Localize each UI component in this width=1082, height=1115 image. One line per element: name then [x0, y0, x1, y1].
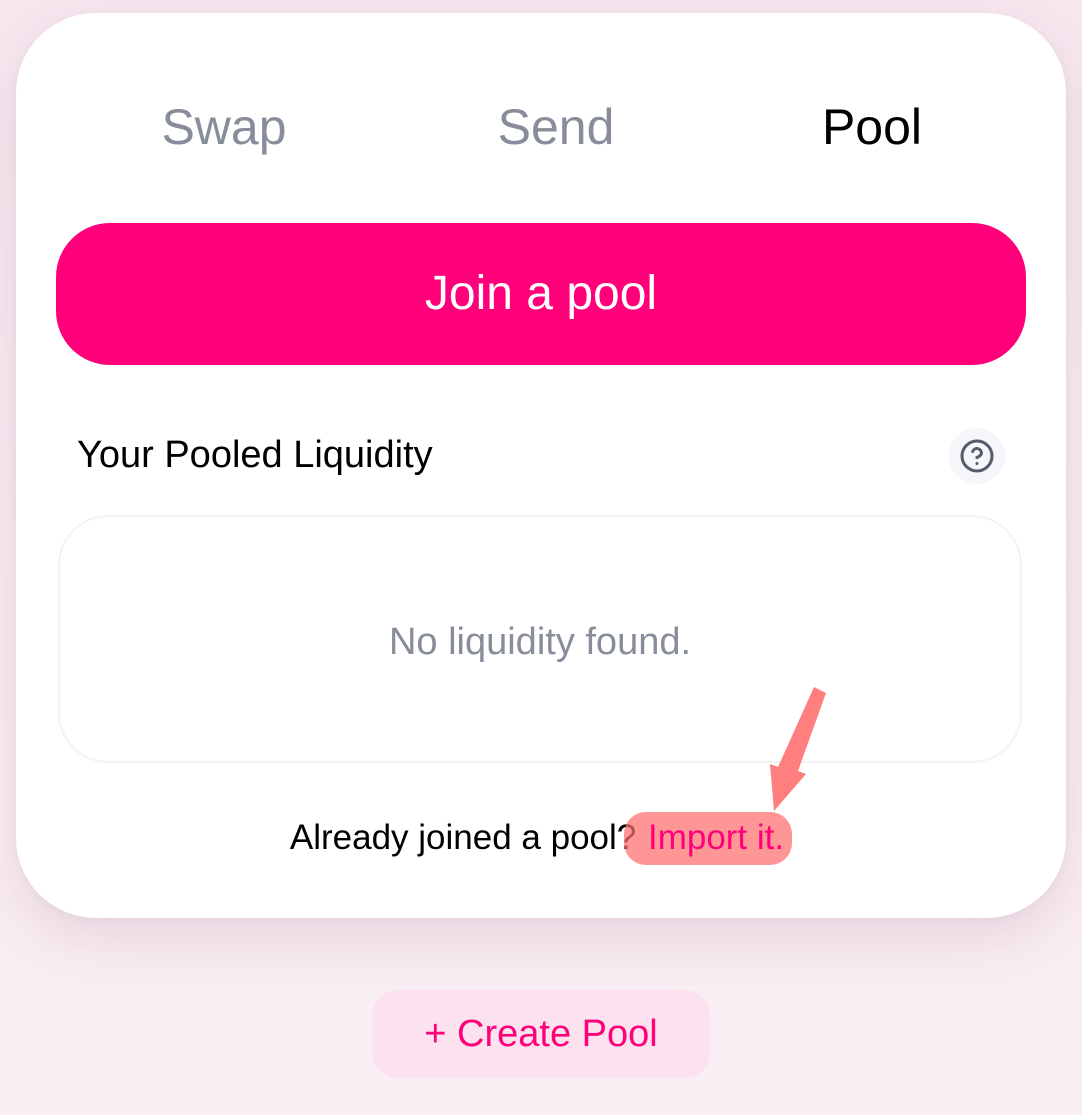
tab-bar: Swap Send Pool: [16, 85, 1066, 169]
arrow-down-icon: [770, 687, 826, 811]
create-pool-button[interactable]: + Create Pool: [372, 990, 710, 1078]
liquidity-list-empty: No liquidity found.: [58, 515, 1022, 763]
join-pool-button[interactable]: Join a pool: [56, 223, 1026, 365]
import-pool-link[interactable]: Import it.: [623, 812, 793, 865]
no-liquidity-message: No liquidity found.: [388, 621, 692, 663]
tab-swap[interactable]: Swap: [144, 85, 304, 169]
help-button[interactable]: [949, 428, 1005, 484]
tab-send[interactable]: Send: [482, 85, 630, 169]
tab-pool[interactable]: Pool: [806, 85, 938, 169]
pool-card: Swap Send Pool Join a pool Your Pooled L…: [16, 13, 1066, 918]
question-circle-icon: [960, 439, 994, 473]
pooled-liquidity-title: Your Pooled Liquidity: [77, 434, 433, 476]
import-prompt-text: Already joined a pool?: [289, 818, 646, 857]
import-prompt-row: Already joined a pool? Import it.: [16, 811, 1066, 865]
